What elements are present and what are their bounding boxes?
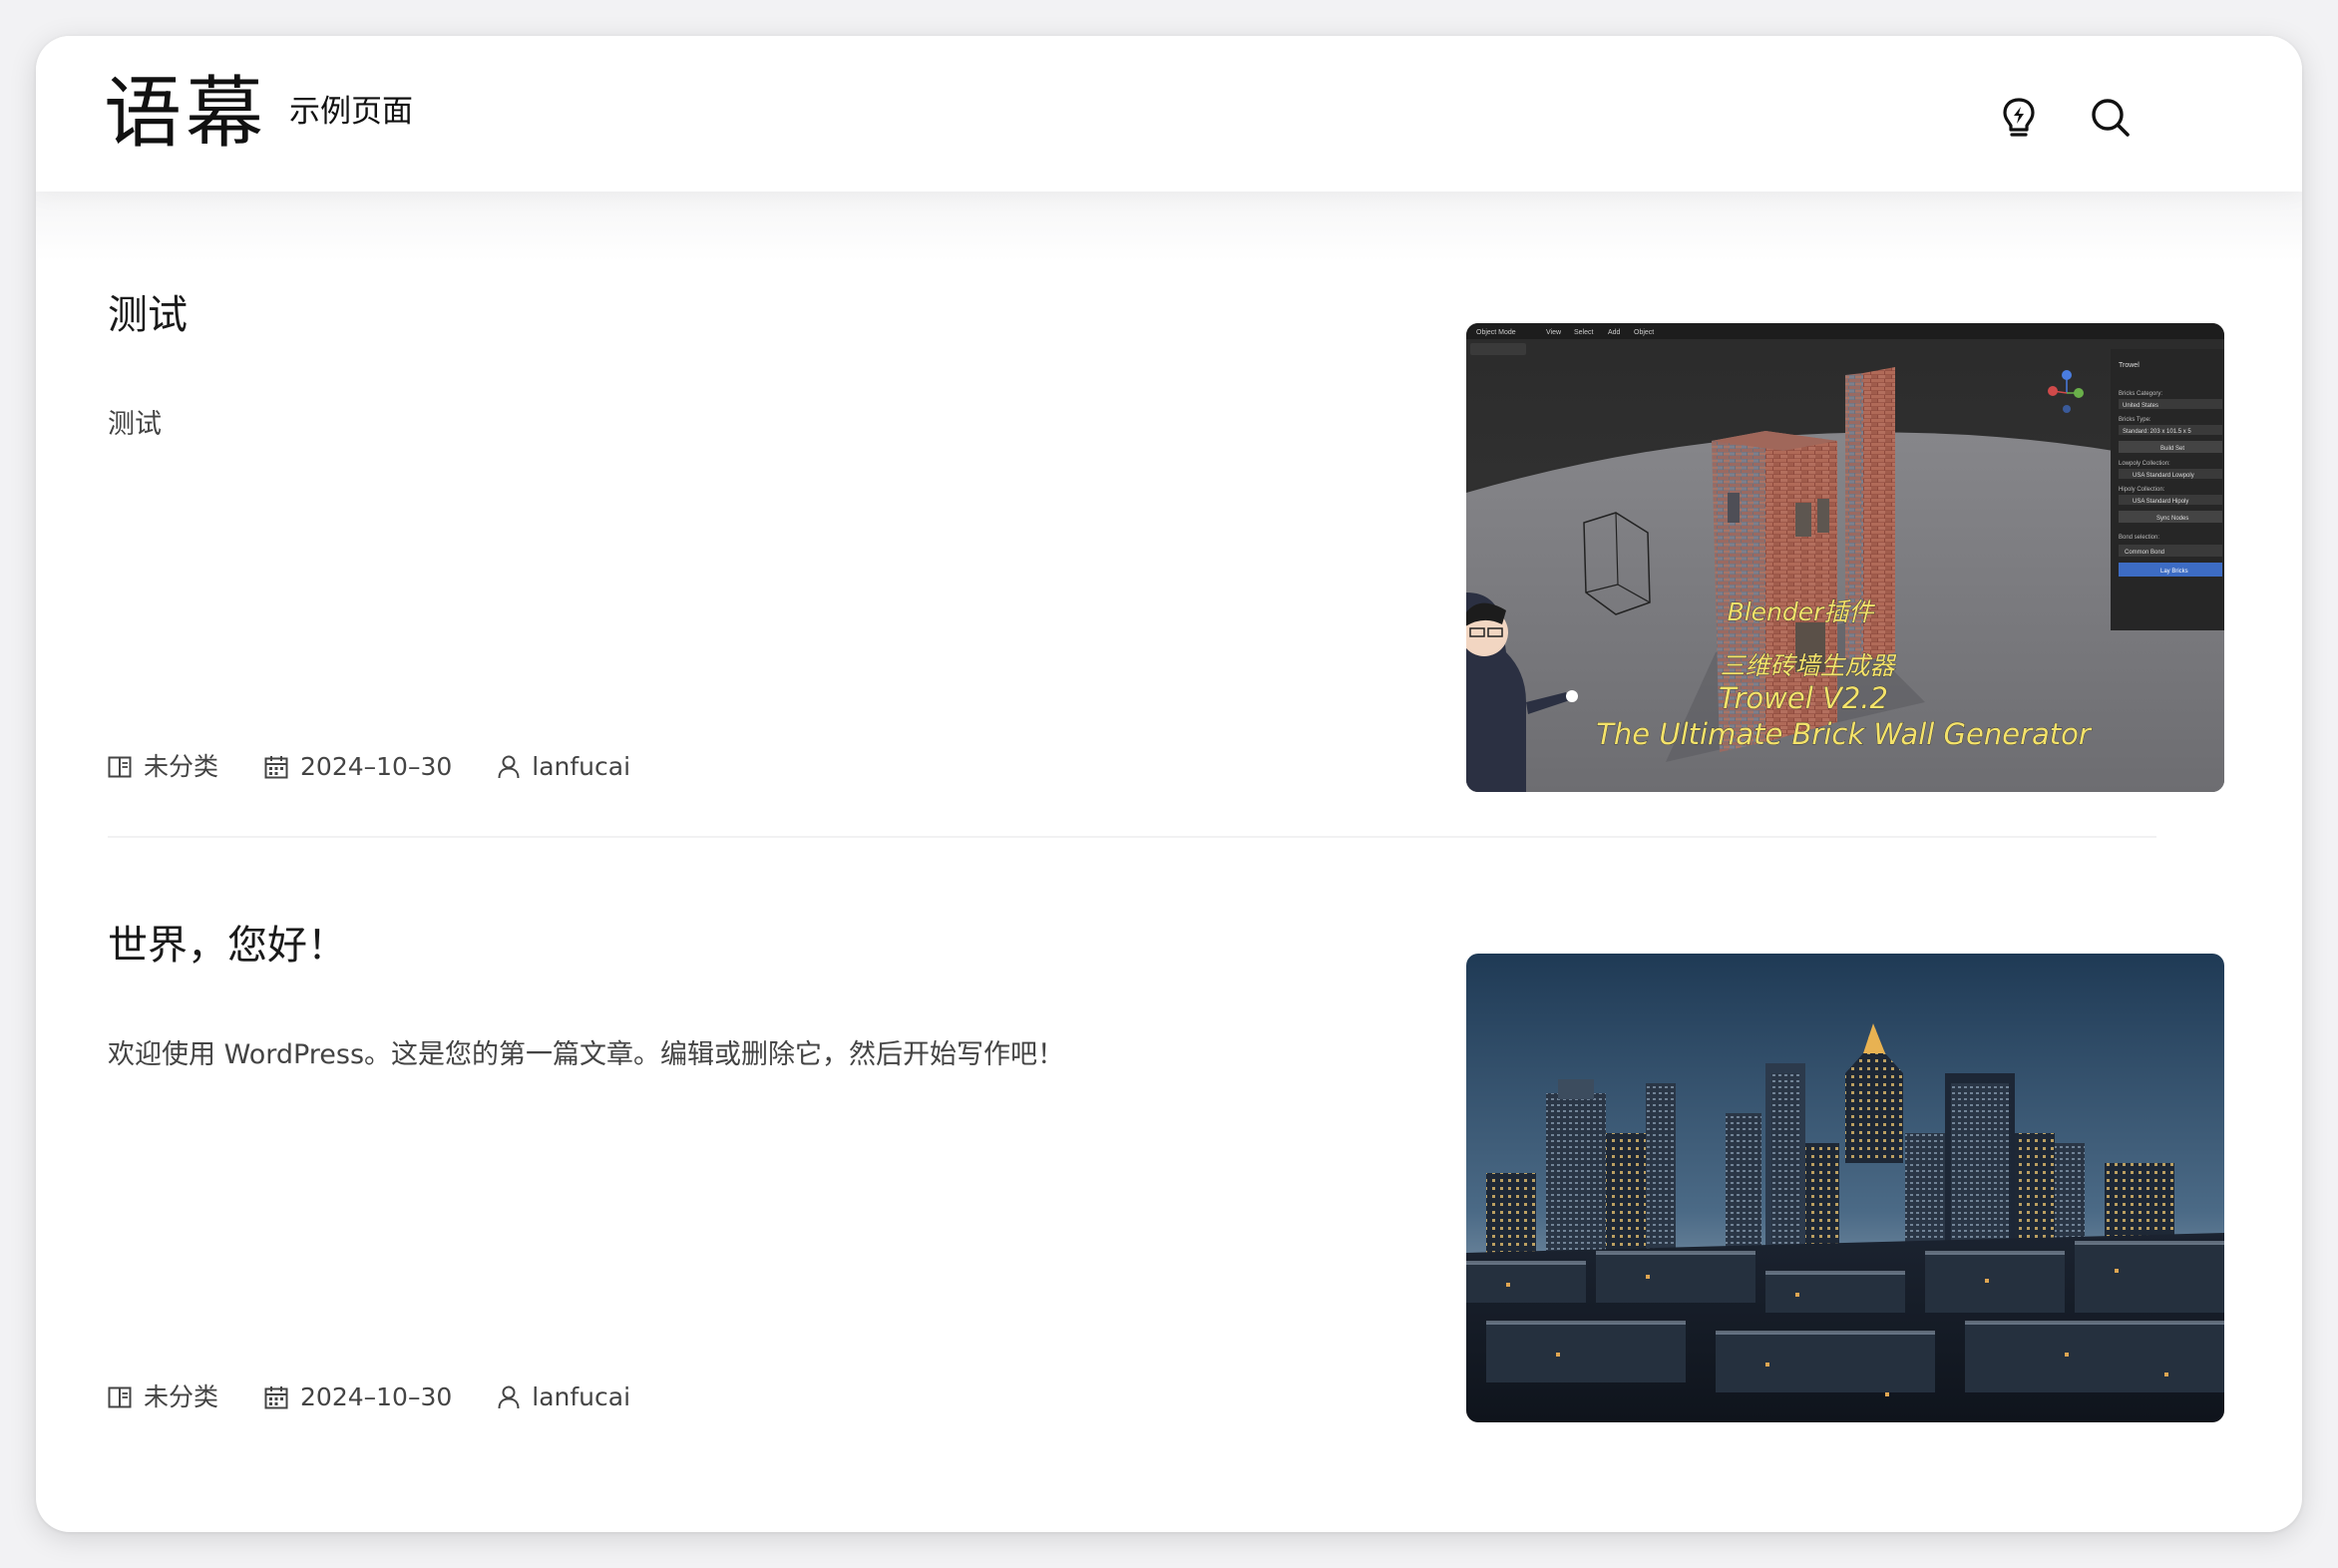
city-skyline-image — [1466, 954, 2224, 1422]
caption-line: Blender插件 — [1728, 597, 1876, 626]
user-icon — [498, 1385, 520, 1409]
menu-view: View — [1546, 329, 1562, 336]
author-label: lanfucai — [532, 752, 631, 781]
author-label: lanfucai — [532, 1382, 631, 1411]
post-category[interactable]: 未分类 — [108, 1380, 218, 1414]
panel-item: USA Standard Lowpoly — [2133, 473, 2194, 479]
date-label: 2024–10–30 — [300, 752, 453, 781]
header-shadow — [36, 192, 2302, 261]
nav-link-sample-page[interactable]: 示例页面 — [289, 92, 413, 132]
category-icon — [108, 756, 132, 778]
category-label: 未分类 — [144, 1382, 219, 1411]
post-meta: 未分类 2024–10–30 lanfucai — [108, 750, 676, 784]
post-excerpt: 欢迎使用 WordPress。这是您的第一篇文章。编辑或删除它，然后开始写作吧！ — [108, 1039, 1065, 1070]
panel-item: Build Set — [2160, 446, 2184, 452]
browser-window: 语幕 示例页面 测试 测试 未分类 2024–10–30 lanfucai Ob… — [36, 36, 2302, 1532]
panel-item: USA Standard Hipoly — [2133, 499, 2188, 505]
calendar-icon — [264, 1386, 288, 1409]
search-icon — [2092, 99, 2130, 137]
site-logo[interactable]: 语幕 — [104, 66, 267, 162]
post-title[interactable]: 测试 — [108, 287, 188, 343]
post-thumbnail[interactable]: Object Mode View Select Add Object Trowe… — [1466, 323, 2224, 792]
post-divider — [108, 836, 2156, 838]
post-category[interactable]: 未分类 — [108, 750, 218, 784]
caption-line: Trowel V2.2 — [1719, 681, 1888, 715]
site-header: 语幕 示例页面 — [36, 36, 2302, 192]
date-label: 2024–10–30 — [300, 1382, 453, 1411]
post-thumbnail[interactable] — [1466, 954, 2224, 1422]
blender-screenshot-image: Object Mode View Select Add Object Trowe… — [1466, 323, 2224, 792]
panel-title: Trowel — [2119, 362, 2140, 369]
panel-item: Bricks Category: — [2119, 391, 2162, 397]
user-icon — [498, 755, 520, 779]
panel-item: Bond selection: — [2119, 535, 2159, 541]
panel-item: Standard: 203 x 101.5 x 5 — [2123, 429, 2191, 435]
bulb-icon — [2003, 98, 2035, 137]
panel-item: Hipoly Collection: — [2119, 487, 2165, 493]
post-card: 测试 测试 未分类 2024–10–30 lanfucai Object Mod… — [108, 287, 2224, 792]
panel-item: Common Bond — [2125, 550, 2164, 556]
menu-object: Object — [1634, 329, 1654, 336]
menu-add: Add — [1608, 329, 1621, 336]
panel-item: United States — [2123, 403, 2158, 409]
post-excerpt: 测试 — [108, 409, 162, 440]
panel-item: Bricks Type: — [2119, 417, 2151, 423]
calendar-icon — [264, 756, 288, 779]
panel-item: Lay Bricks — [2160, 569, 2188, 575]
category-label: 未分类 — [144, 752, 219, 781]
post-author[interactable]: lanfucai — [498, 1380, 630, 1414]
panel-item: Sync Nodes — [2156, 516, 2188, 522]
menu-select: Select — [1574, 329, 1594, 336]
theme-toggle-button[interactable] — [1993, 92, 2045, 144]
menu-object-mode: Object Mode — [1476, 329, 1516, 336]
category-icon — [108, 1386, 132, 1408]
post-author[interactable]: lanfucai — [498, 750, 630, 784]
caption-line: 三维砖墙生成器 — [1720, 651, 1896, 680]
post-title[interactable]: 世界，您好！ — [108, 918, 347, 974]
post-meta: 未分类 2024–10–30 lanfucai — [108, 1380, 676, 1414]
caption-line: The Ultimate Brick Wall Generator — [1596, 717, 2093, 751]
panel-item: Lowpoly Collection: — [2119, 461, 2170, 467]
search-button[interactable] — [2085, 92, 2137, 144]
post-date: 2024–10–30 — [264, 750, 452, 784]
post-date: 2024–10–30 — [264, 1380, 452, 1414]
post-card: 世界，您好！ 欢迎使用 WordPress。这是您的第一篇文章。编辑或删除它，然… — [108, 918, 2224, 1422]
